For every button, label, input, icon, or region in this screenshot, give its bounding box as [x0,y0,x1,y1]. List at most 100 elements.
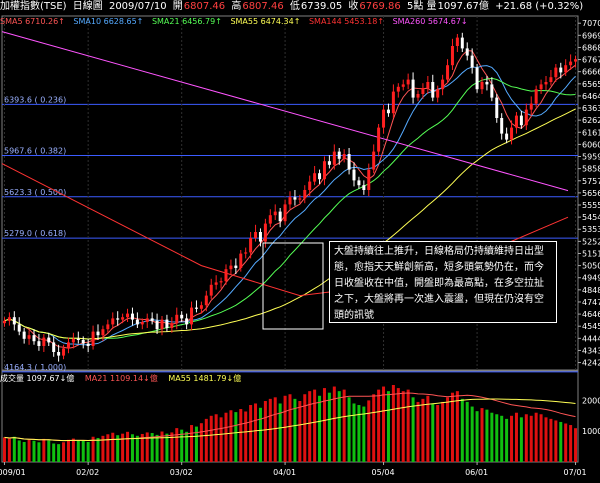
volume-bar [224,412,228,462]
y-tick-label: 4343 [582,346,600,355]
volume-bar [7,438,11,462]
candle-body [347,154,351,170]
volume-bar [549,418,553,462]
volume-bar [62,442,66,462]
y-tick-label: 5555 [582,201,600,210]
y-tick-label: 4949 [582,274,600,283]
candle-body [401,84,405,87]
volume-bar [514,412,518,462]
candle-body [126,313,130,318]
volume-bar [239,409,243,462]
volume-bar [436,405,440,462]
candle-body [150,318,154,321]
candle-body [396,86,400,92]
y-tick-label: 4848 [582,286,600,295]
x-tick-label: 05/04 [372,468,395,477]
candle-body [2,320,6,324]
candle-body [32,335,36,342]
candle-body [160,319,164,330]
volume-bar [22,441,26,462]
volume-bar [204,418,208,462]
volume-bar [308,391,312,462]
candle-body [431,82,435,98]
candle-body [155,320,159,330]
y-tick-label: 4747 [582,298,600,307]
candle-body [27,335,31,339]
candle-body [52,342,56,352]
volume-bar [254,403,258,462]
ma-label-sma21: SMA21 6456.79↑ [151,17,222,26]
volume-bar [559,421,563,462]
candle-body [175,314,179,324]
candle-body [17,324,21,332]
candle-body [470,55,474,68]
y-tick-label: 5858 [582,165,600,174]
candle-body [421,88,425,94]
volume-bar [465,401,469,462]
candle-body [337,151,341,159]
volume-ma21-label: MA21 1109.14↓億 [84,374,158,383]
volume-bar [17,440,21,462]
volume-bar [194,426,198,462]
fib-level-label: 5623.3 ( 0.500) [4,188,66,197]
candle-body [460,37,464,49]
candle-body [367,169,371,190]
y-tick-label: 6262 [582,116,600,125]
volume-bar [416,401,420,462]
y-tick-label: 6666 [582,68,600,77]
volume-bar [52,443,56,462]
candle-body [465,48,469,56]
volume-bar [534,412,538,462]
volume-legend: 成交量 1097.67↓億 MA21 1109.14↓億 MA55 1481.7… [0,373,600,385]
candle-body [529,103,533,110]
candle-body [524,109,528,126]
volume-bar [386,391,390,462]
volume-bar [524,414,528,462]
ma-label-sma144: SMA144 5453.18↑ [308,17,385,26]
volume-bar [519,417,523,462]
volume-bar [357,405,361,462]
candle-body [441,79,445,90]
candle-body [446,65,450,80]
volume-bar [500,415,504,462]
candle-body [514,115,518,128]
volume-bar [377,389,381,462]
candle-body [564,65,568,73]
volume-tick-label: 1000 [582,427,600,436]
y-tick-label: 5757 [582,177,600,186]
y-tick-label: 4444 [582,334,600,343]
volume-bar [372,394,376,462]
y-tick-label: 4545 [582,322,600,331]
candle-body [81,340,85,344]
candle-body [62,348,66,356]
volume-bar [564,423,568,462]
candle-body [574,59,578,62]
candle-body [455,37,459,46]
volume-bar [446,397,450,462]
candle-body [318,173,322,180]
volume-bar [86,441,90,462]
highlight-box [262,242,324,330]
y-tick-label: 6868 [582,43,600,52]
candle-body [377,127,381,152]
candle-body [96,331,100,336]
candle-body [510,127,514,140]
x-tick-label: 2009/01 [0,468,26,477]
volume-bar [322,388,326,462]
candle-body [185,318,189,325]
candle-body [411,79,415,98]
candle-body [342,154,346,159]
volume-bar [37,442,41,462]
candle-body [322,161,326,180]
volume-bar [244,411,248,462]
candle-body [140,322,144,325]
candle-body [7,317,11,321]
candle-body [278,211,282,222]
volume-tick-label: 2000 [582,396,600,405]
candle-body [180,314,184,319]
candle-body [209,284,213,296]
candle-body [234,265,238,268]
candle-body [490,84,494,98]
candle-body [37,341,41,346]
volume-bar [332,386,336,462]
